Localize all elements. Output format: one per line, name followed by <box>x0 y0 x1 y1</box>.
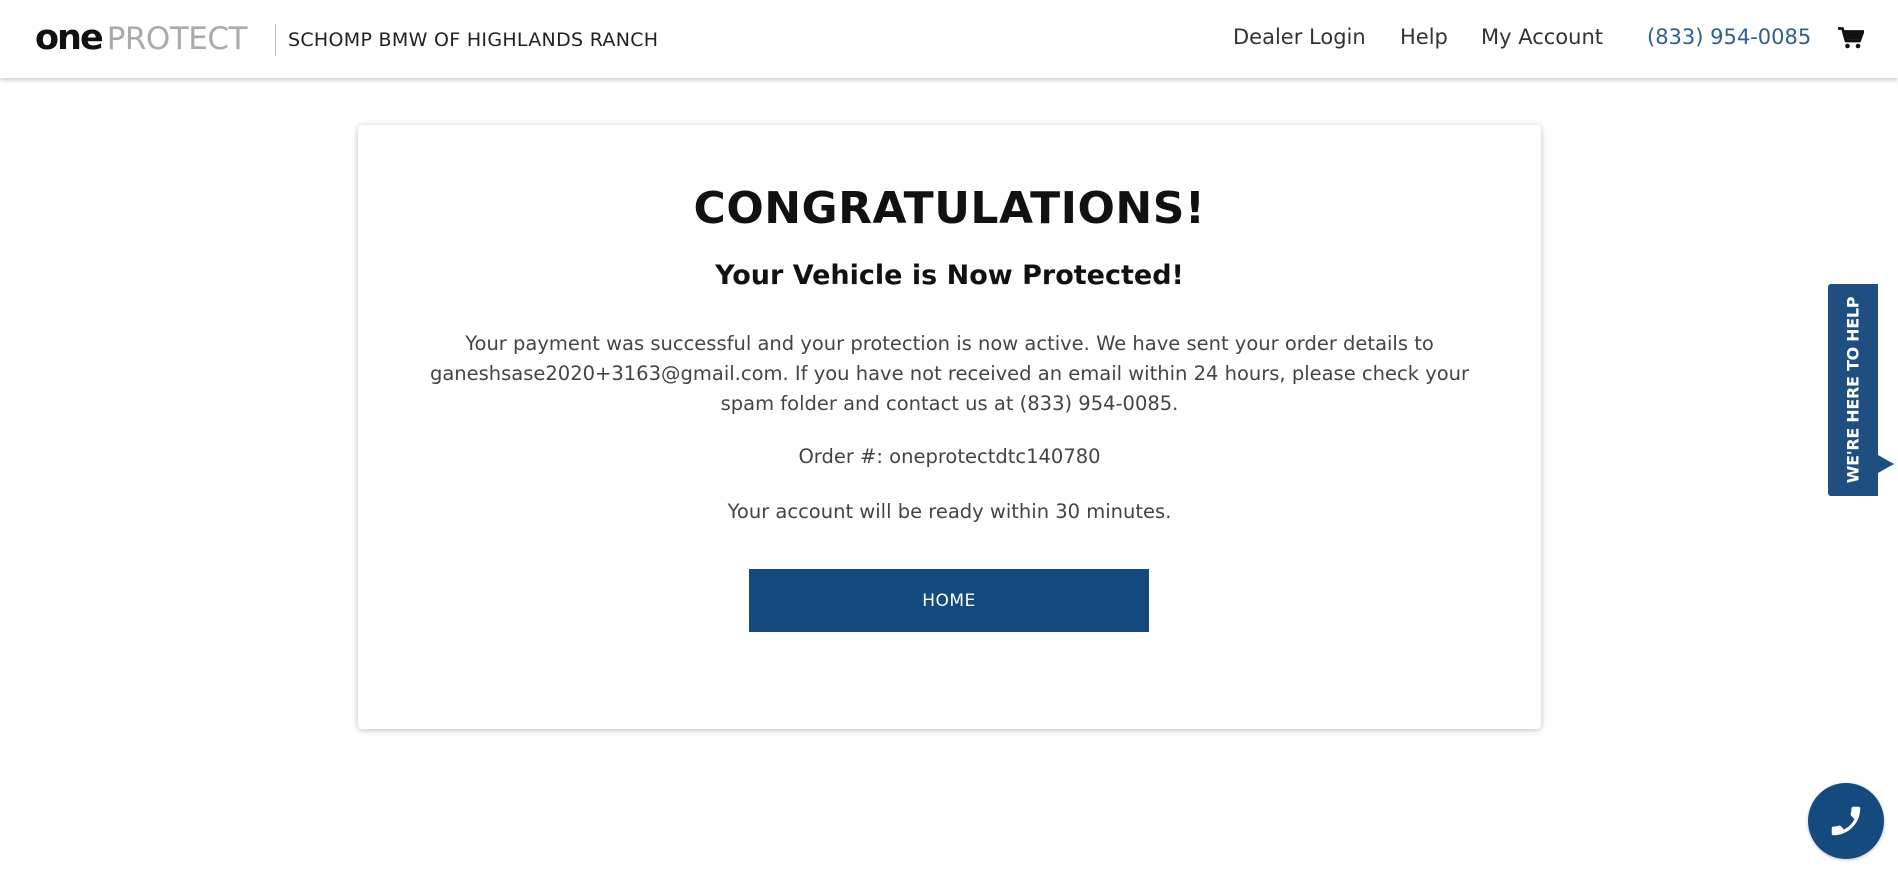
my-account-link[interactable]: My Account <box>1481 25 1603 49</box>
logo-protect: PROTECT <box>106 21 248 57</box>
confirmation-card: CONGRATULATIONS! Your Vehicle is Now Pro… <box>358 125 1541 729</box>
dealer-login-link[interactable]: Dealer Login <box>1233 25 1366 49</box>
congratulations-title: CONGRATULATIONS! <box>693 183 1206 234</box>
logo-one: one <box>35 18 104 58</box>
shopping-cart-icon[interactable] <box>1838 27 1864 49</box>
confirmation-message: Your payment was successful and your pro… <box>429 332 1470 415</box>
help-tab-arrow-icon <box>1878 455 1894 473</box>
dealer-name: SCHOMP BMW OF HIGHLANDS RANCH <box>288 29 659 51</box>
help-link[interactable]: Help <box>1400 25 1448 49</box>
oneprotect-logo[interactable]: one PROTECT <box>35 18 247 58</box>
call-button[interactable] <box>1808 783 1884 859</box>
help-side-tab[interactable]: WE'RE HERE TO HELP <box>1828 284 1878 496</box>
site-header: one PROTECT SCHOMP BMW OF HIGHLANDS RANC… <box>0 0 1898 78</box>
phone-link[interactable]: (833) 954-0085 <box>1647 25 1811 49</box>
logo-divider <box>275 24 276 56</box>
account-ready-notice: Your account will be ready within 30 min… <box>727 500 1172 523</box>
home-button[interactable]: HOME <box>749 569 1149 632</box>
order-number: Order #: oneprotectdtc140780 <box>798 445 1101 468</box>
help-tab-label: WE'RE HERE TO HELP <box>1843 296 1863 484</box>
protected-subtitle: Your Vehicle is Now Protected! <box>715 260 1184 291</box>
phone-icon <box>1831 806 1861 836</box>
